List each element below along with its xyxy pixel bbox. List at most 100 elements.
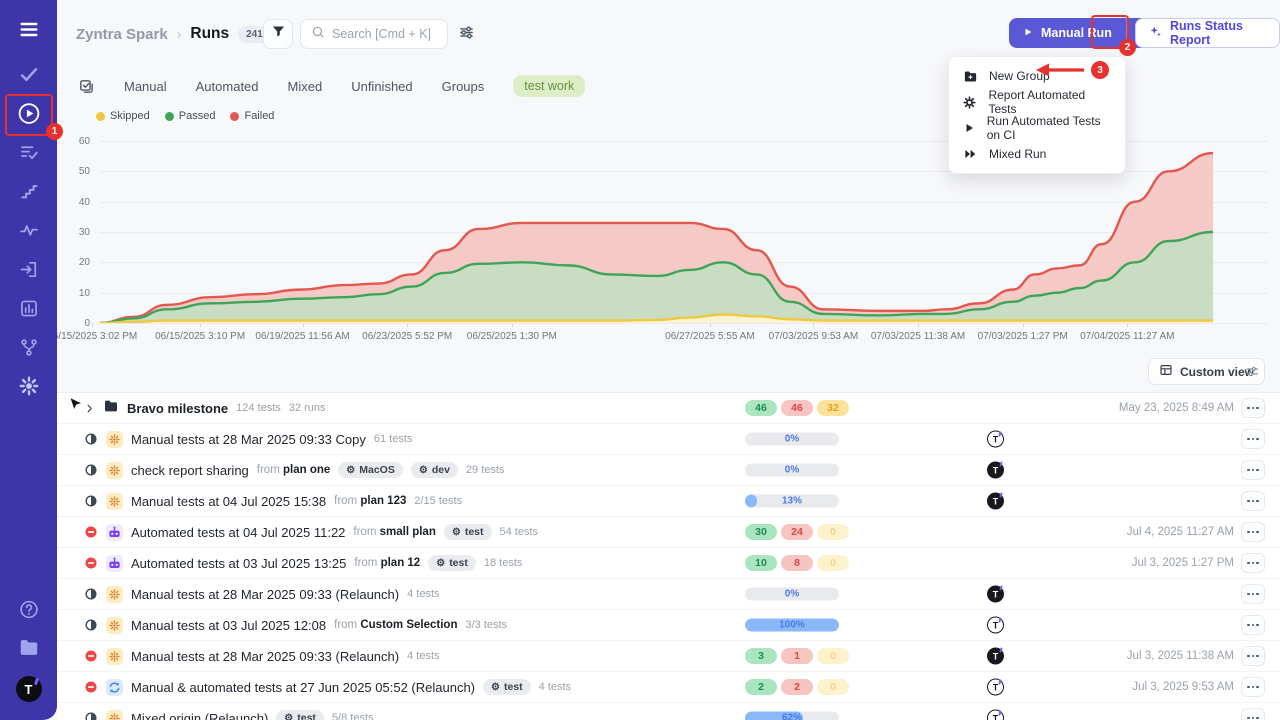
tab-manual[interactable]: Manual	[124, 79, 167, 94]
run-progress-bar: 62%	[745, 712, 839, 720]
run-title[interactable]: Manual & automated tests at 27 Jun 2025 …	[131, 680, 475, 695]
run-type-manual-icon	[106, 431, 123, 448]
table-row[interactable]: Manual & automated tests at 27 Jun 2025 …	[57, 672, 1280, 703]
table-row[interactable]: check report sharingfrom plan one⚙MacOS⚙…	[57, 455, 1280, 486]
assignee-cell: T	[987, 431, 1004, 448]
run-title[interactable]: Manual tests at 04 Jul 2025 15:38	[131, 494, 326, 509]
chart-xtick	[813, 323, 814, 327]
run-title[interactable]: Manual tests at 28 Mar 2025 09:33 Copy	[131, 432, 366, 447]
row-menu-button[interactable]	[1241, 584, 1265, 604]
sidebar-item-projects[interactable]	[18, 637, 40, 664]
search-input[interactable]	[332, 27, 437, 41]
assignee-avatar[interactable]: T	[987, 648, 1004, 665]
sidebar-item-menu[interactable]	[18, 19, 40, 46]
tab-mixed[interactable]: Mixed	[288, 79, 323, 94]
menu-item-report-automated-tests[interactable]: Report Automated Tests	[949, 89, 1125, 115]
row-menu-button[interactable]	[1241, 522, 1265, 542]
table-row[interactable]: Manual tests at 28 Mar 2025 09:33 (Relau…	[57, 641, 1280, 672]
table-row[interactable]: Manual tests at 28 Mar 2025 09:33 Copy61…	[57, 424, 1280, 455]
assignee-avatar[interactable]: T	[987, 462, 1004, 479]
run-type-manual-icon	[106, 493, 123, 510]
tab-automated[interactable]: Automated	[196, 79, 259, 94]
run-timestamp: Jul 4, 2025 11:27 AM	[1127, 526, 1234, 538]
sidebar-item-activity[interactable]	[18, 220, 39, 246]
runs-table: Bravo milestone 124 tests 32 runs 46 46 …	[57, 392, 1280, 720]
assignee-cell: T	[987, 462, 1004, 479]
run-title[interactable]: Mixed origin (Relaunch)	[131, 711, 268, 720]
row-menu-button[interactable]	[1241, 615, 1265, 635]
table-row[interactable]: Mixed origin (Relaunch)⚙test5/8 tests62%…	[57, 703, 1280, 720]
breadcrumb: Zyntra Spark › Runs 241	[76, 22, 271, 46]
assignee-avatar[interactable]: T	[987, 586, 1004, 603]
table-row[interactable]: Automated tests at 03 Jul 2025 13:25from…	[57, 548, 1280, 579]
manual-run-button[interactable]: Manual Run	[1009, 18, 1126, 48]
tab-unfinished[interactable]: Unfinished	[351, 79, 412, 94]
assignee-avatar[interactable]: T	[987, 710, 1004, 720]
status-in-progress-icon	[84, 618, 98, 632]
run-result-cell: 220	[745, 679, 849, 695]
table-row[interactable]: Manual tests at 04 Jul 2025 15:38from pl…	[57, 486, 1280, 517]
assignee-avatar[interactable]: T	[987, 617, 1004, 634]
table-adjustments-icon[interactable]	[1245, 364, 1260, 384]
run-result-cell: 30240	[745, 524, 849, 540]
search-box[interactable]	[300, 19, 448, 49]
adjustments-icon[interactable]	[458, 24, 475, 46]
row-menu-button[interactable]	[1241, 553, 1265, 573]
sidebar-item-check[interactable]	[18, 64, 39, 90]
tab-groups[interactable]: Groups	[442, 79, 485, 94]
chart-xtick	[1127, 323, 1128, 327]
sidebar-item-settings[interactable]	[18, 375, 40, 403]
row-menu-button[interactable]	[1241, 646, 1265, 666]
row-menu-button[interactable]	[1241, 429, 1265, 449]
sidebar-item-play-circle[interactable]	[16, 101, 41, 131]
row-menu-button[interactable]	[1241, 491, 1265, 511]
sidebar-item-milestones[interactable]	[19, 182, 39, 207]
breadcrumb-separator: ›	[177, 26, 182, 42]
settings-icon	[18, 375, 40, 403]
environment-tag: ⚙test	[428, 555, 476, 571]
run-title[interactable]: Manual tests at 28 Mar 2025 09:33 (Relau…	[131, 587, 399, 602]
environment-tag-label: MacOS	[359, 464, 395, 476]
failed-count-badge: 46	[781, 400, 813, 416]
menu-item-mixed-run[interactable]: Mixed Run	[949, 141, 1125, 167]
sidebar-item-test-cases[interactable]	[18, 142, 39, 168]
sidebar-item-import[interactable]	[19, 260, 39, 285]
chart-xaxis: 06/15/2025 3:02 PM06/15/2025 3:10 PM06/1…	[100, 331, 1213, 345]
sidebar-item-reports[interactable]	[19, 299, 39, 324]
row-menu-button[interactable]	[1241, 460, 1265, 480]
run-title[interactable]: check report sharing	[131, 463, 249, 478]
sidebar-item-branching[interactable]	[19, 338, 39, 363]
breadcrumb-project[interactable]: Zyntra Spark	[76, 26, 168, 43]
assignee-avatar[interactable]: T	[987, 679, 1004, 696]
run-tests-count: 3/3 tests	[465, 619, 507, 631]
group-row[interactable]: Bravo milestone 124 tests 32 runs 46 46 …	[57, 393, 1280, 424]
assignee-avatar[interactable]: T	[987, 493, 1004, 510]
table-row[interactable]: Manual tests at 28 Mar 2025 09:33 (Relau…	[57, 579, 1280, 610]
assignee-cell: T	[987, 586, 1004, 603]
failed-count-badge: 2	[781, 679, 813, 695]
user-avatar[interactable]: T	[16, 676, 42, 702]
row-menu-button[interactable]	[1241, 677, 1265, 697]
sidebar: T	[0, 0, 57, 720]
menu-item-run-automated-tests-on-ci[interactable]: Run Automated Tests on CI	[949, 115, 1125, 141]
run-title[interactable]: Automated tests at 03 Jul 2025 13:25	[131, 556, 346, 571]
run-timestamp: Jul 3, 2025 9:53 AM	[1132, 681, 1234, 693]
select-all-icon[interactable]	[78, 78, 95, 95]
table-row[interactable]: Automated tests at 04 Jul 2025 11:22from…	[57, 517, 1280, 548]
run-title[interactable]: Automated tests at 04 Jul 2025 11:22	[131, 525, 345, 540]
table-row[interactable]: Manual tests at 03 Jul 2025 12:08from Cu…	[57, 610, 1280, 641]
import-icon	[19, 260, 39, 285]
menu-item-new-group[interactable]: New Group	[949, 63, 1125, 89]
run-title[interactable]: Manual tests at 28 Mar 2025 09:33 (Relau…	[131, 649, 399, 664]
filter-button[interactable]	[263, 19, 293, 49]
run-type-automated-icon	[106, 555, 123, 572]
runs-status-report-button[interactable]: Runs Status Report	[1135, 18, 1280, 48]
row-menu-button[interactable]	[1241, 398, 1265, 418]
chevron-right-icon[interactable]	[84, 403, 95, 414]
sidebar-item-help[interactable]	[18, 599, 39, 625]
row-menu-button[interactable]	[1241, 708, 1265, 720]
active-filter-tag[interactable]: test work	[513, 75, 585, 97]
run-type-manual-icon	[106, 617, 123, 634]
run-title[interactable]: Manual tests at 03 Jul 2025 12:08	[131, 618, 326, 633]
assignee-avatar[interactable]: T	[987, 431, 1004, 448]
